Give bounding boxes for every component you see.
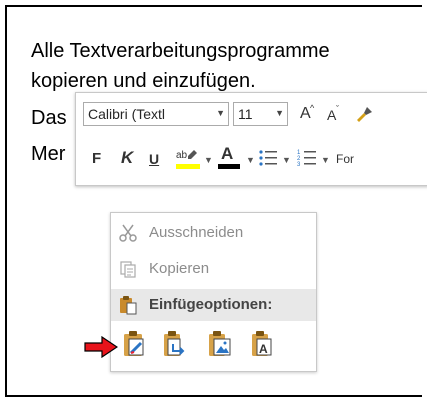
- chevron-down-icon[interactable]: ▼: [321, 155, 330, 165]
- chevron-down-icon[interactable]: ▼: [216, 108, 225, 118]
- menu-item-copy[interactable]: Kopieren: [111, 253, 316, 285]
- chevron-down-icon[interactable]: ▼: [282, 155, 291, 165]
- document-text-line[interactable]: Mer: [31, 142, 65, 166]
- keep-source-formatting-icon[interactable]: [121, 330, 147, 358]
- clipboard-icon: [120, 296, 137, 315]
- font-color-button[interactable]: A: [218, 144, 240, 169]
- chevron-down-icon[interactable]: ▼: [246, 155, 255, 165]
- copy-icon: [120, 261, 136, 278]
- document-text-line[interactable]: Das: [31, 106, 67, 130]
- bullet-list-icon[interactable]: [258, 149, 278, 167]
- document-text-line[interactable]: Alle Textverarbeitungsprogramme: [31, 39, 330, 63]
- font-color-bar: [218, 164, 240, 169]
- font-color-icon: A: [221, 144, 234, 163]
- shrink-font-icon: A: [327, 107, 337, 123]
- chevron-down-icon[interactable]: ▼: [204, 155, 213, 165]
- document-text-line[interactable]: kopieren und einzufügen.: [31, 69, 256, 93]
- styles-button[interactable]: For: [336, 150, 354, 168]
- paste-options-label: Einfügeoptionen:: [149, 296, 273, 313]
- bold-button[interactable]: F: [92, 150, 101, 168]
- highlight-button[interactable]: ab: [176, 147, 200, 169]
- numbered-list-icon[interactable]: 1 2 3: [297, 148, 317, 168]
- menu-item-cut[interactable]: Ausschneiden: [111, 217, 316, 249]
- merge-formatting-icon[interactable]: [161, 330, 187, 358]
- format-painter-icon[interactable]: [354, 105, 374, 125]
- paste-options-header: Einfügeoptionen:: [111, 289, 316, 321]
- font-name-combo[interactable]: Calibri (Textl ▼: [83, 102, 229, 126]
- caret-up-icon: ^: [310, 103, 315, 113]
- arrow-right-icon: [84, 336, 118, 358]
- caret-down-icon: ˇ: [336, 104, 339, 114]
- picture-paste-icon[interactable]: [206, 330, 232, 358]
- svg-text:A: A: [259, 342, 268, 356]
- scissors-icon: [119, 224, 137, 242]
- menu-item-label: Kopieren: [149, 260, 210, 277]
- highlight-color-bar: [176, 164, 200, 169]
- menu-item-label: Ausschneiden: [149, 224, 244, 241]
- font-size-value: 11: [238, 106, 253, 122]
- mini-toolbar: Calibri (Textl ▼ 11 ▼ A ^ Aˇ F K U ab ▼ A…: [75, 92, 427, 186]
- font-name-value: Calibri (Textl: [88, 106, 166, 122]
- svg-text:3: 3: [297, 162, 301, 168]
- font-size-combo[interactable]: 11 ▼: [233, 102, 288, 126]
- shrink-font-button[interactable]: Aˇ: [327, 104, 339, 125]
- grow-font-button[interactable]: A ^: [300, 103, 314, 123]
- chevron-down-icon[interactable]: ▼: [275, 108, 284, 118]
- underline-button[interactable]: U: [149, 150, 159, 168]
- keep-text-only-icon[interactable]: A: [249, 330, 275, 358]
- paste-options-row: A: [111, 322, 316, 366]
- context-menu: Ausschneiden Kopieren Einfügeoptionen: A: [110, 212, 317, 372]
- marker-icon: [188, 150, 197, 159]
- italic-button[interactable]: K: [121, 149, 133, 167]
